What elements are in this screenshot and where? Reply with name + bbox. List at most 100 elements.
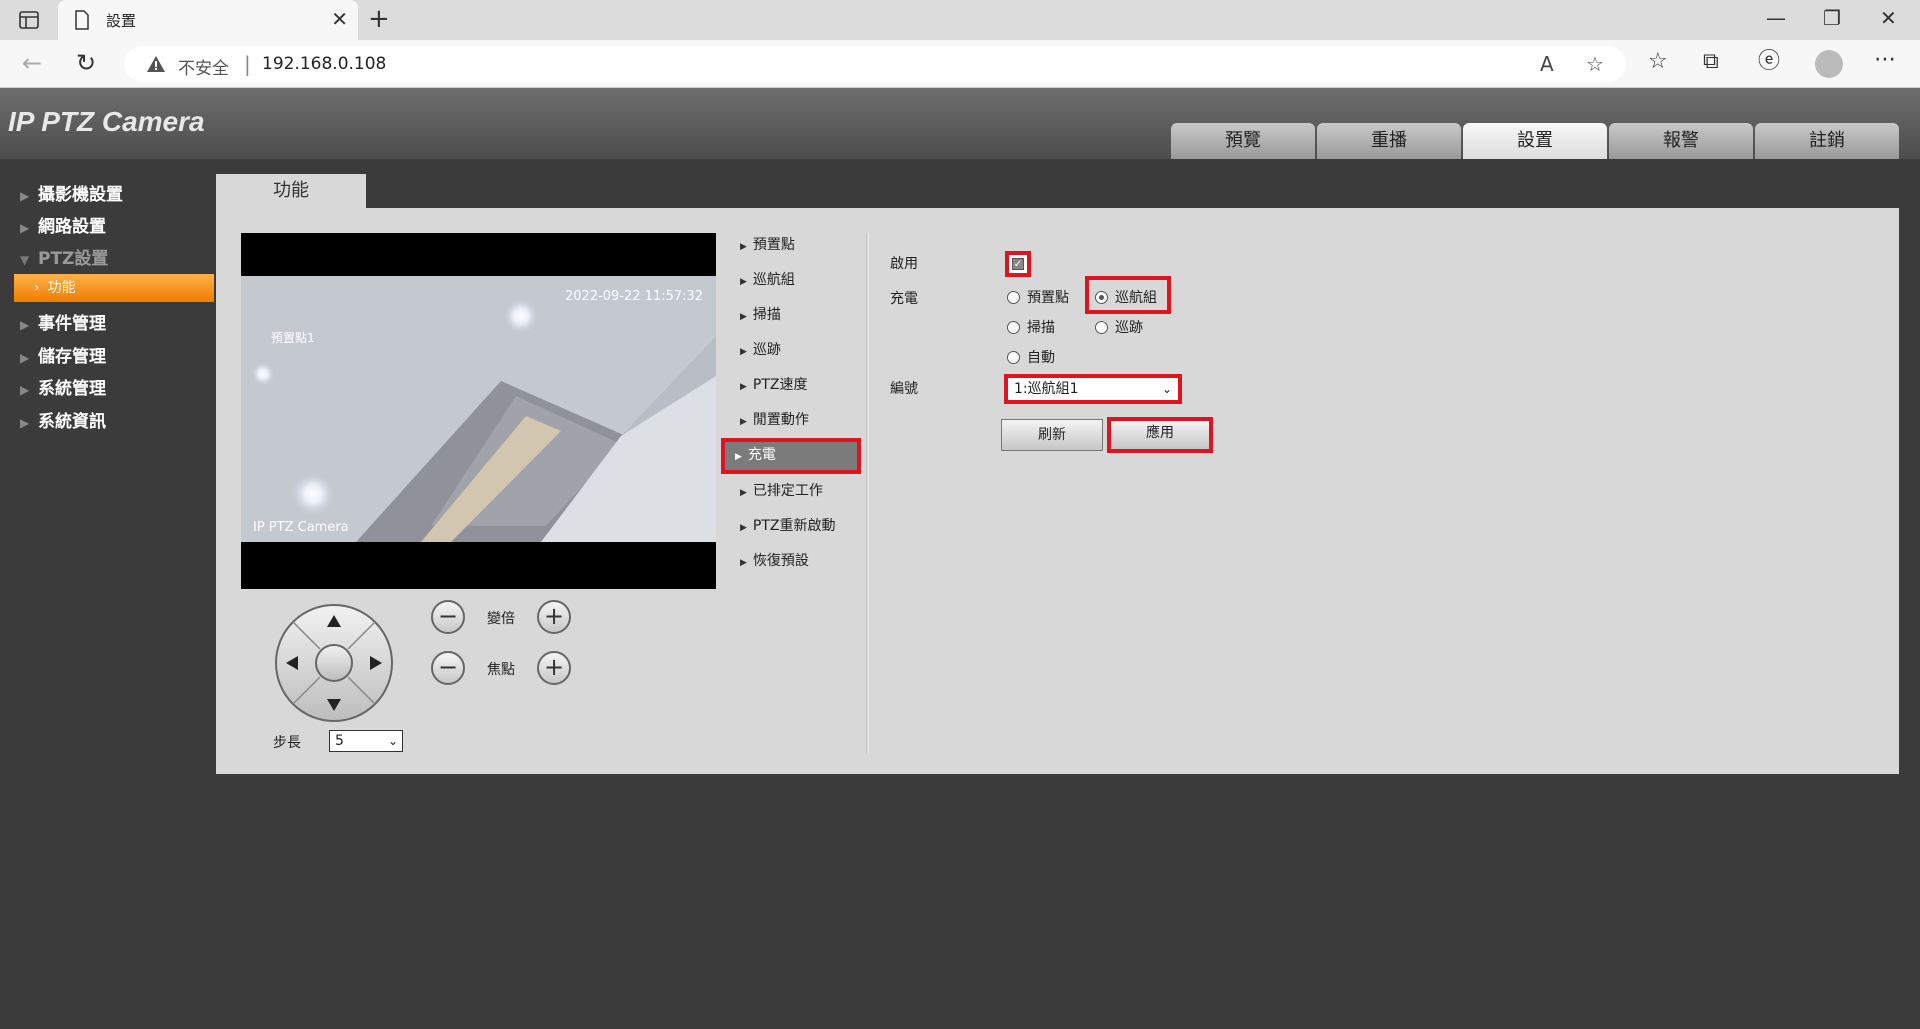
tab-logout[interactable]: 註銷 bbox=[1755, 123, 1899, 159]
panel-divider bbox=[866, 233, 869, 753]
number-select[interactable]: 1:巡航組1 ⌄ bbox=[1004, 374, 1182, 404]
tab-preview[interactable]: 預覽 bbox=[1171, 123, 1315, 159]
browser-tab[interactable]: 設置 ✕ bbox=[58, 0, 358, 40]
favorites-icon[interactable]: ☆ bbox=[1648, 50, 1668, 74]
expand-arrow-icon: ▶ bbox=[20, 416, 30, 430]
step-select[interactable]: 5 ⌄ bbox=[329, 730, 403, 752]
radio-pattern[interactable]: 巡跡 bbox=[1095, 317, 1143, 337]
step-label: 步長 bbox=[273, 735, 301, 751]
menu-item-idle-motion[interactable]: ▶ 閒置動作 bbox=[726, 403, 856, 437]
expand-arrow-icon: ▶ bbox=[20, 221, 30, 235]
triangle-right-icon: ▶ bbox=[740, 488, 747, 498]
triangle-right-icon: ▶ bbox=[740, 312, 747, 322]
sidebar-item-label: 攝影機設置 bbox=[38, 185, 123, 205]
menu-item-label: 恢復預設 bbox=[752, 553, 809, 569]
video-preview[interactable]: 2022-09-22 11:57:32 預置點1 IP PTZ Camera bbox=[241, 233, 716, 589]
new-tab-icon[interactable]: + bbox=[368, 6, 390, 32]
sidebar: ▶ 攝影機設置 ▶ 網路設置 ▼ PTZ設置 › 功能 ▶ 事件管理 ▶ 儲存管理 ▶ 系統管… bbox=[0, 159, 216, 1029]
tab-title: 設置 bbox=[106, 12, 137, 30]
collapse-arrow-icon: ▼ bbox=[20, 253, 30, 267]
app-logo: IP PTZ Camera bbox=[8, 106, 205, 137]
minimize-icon[interactable]: — bbox=[1766, 8, 1786, 28]
close-tab-icon[interactable]: ✕ bbox=[331, 9, 348, 29]
sidebar-subitem-function[interactable]: › 功能 bbox=[14, 274, 214, 302]
chevron-down-icon: ⌄ bbox=[387, 734, 398, 748]
refresh-icon[interactable]: ↻ bbox=[76, 50, 96, 76]
menu-item-preset[interactable]: ▶ 預置點 bbox=[726, 228, 856, 262]
add-favorite-icon[interactable]: ☆ bbox=[1586, 53, 1604, 75]
content-tab-function[interactable]: 功能 bbox=[216, 174, 366, 208]
sidebar-item-label: 系統管理 bbox=[38, 379, 106, 399]
url-field[interactable]: 不安全 | 192.168.0.108 A ☆ bbox=[124, 46, 1626, 82]
collections-icon[interactable]: ⧉ bbox=[1703, 50, 1719, 74]
tab-actions-icon[interactable] bbox=[18, 9, 40, 31]
sidebar-item-event[interactable]: ▶ 事件管理 bbox=[20, 309, 106, 334]
zoom-in-button[interactable]: + bbox=[537, 600, 571, 634]
menu-item-pattern[interactable]: ▶ 巡跡 bbox=[726, 333, 856, 367]
expand-arrow-icon: ▶ bbox=[20, 351, 30, 365]
menu-item-scan[interactable]: ▶ 掃描 bbox=[726, 298, 856, 332]
app-header: IP PTZ Camera 預覽 重播 設置 報警 註銷 bbox=[0, 88, 1920, 159]
menu-item-label: 充電 bbox=[747, 447, 776, 463]
radio-label: 預置點 bbox=[1027, 290, 1069, 306]
radio-auto[interactable]: 自動 bbox=[1007, 347, 1055, 367]
ptz-direction-pad[interactable] bbox=[274, 603, 394, 723]
tab-playback[interactable]: 重播 bbox=[1317, 123, 1461, 159]
warning-icon[interactable] bbox=[146, 54, 166, 74]
sidebar-item-network[interactable]: ▶ 網路設置 bbox=[20, 212, 106, 237]
sidebar-item-ptz[interactable]: ▼ PTZ設置 bbox=[20, 244, 108, 269]
edge-icon[interactable]: ⓔ bbox=[1758, 50, 1780, 74]
browser-tab-bar: 設置 ✕ + — ❐ ✕ bbox=[0, 0, 1920, 40]
zoom-label: 變倍 bbox=[487, 611, 515, 627]
sidebar-item-label: 儲存管理 bbox=[38, 347, 106, 367]
url-text[interactable]: 192.168.0.108 bbox=[262, 54, 386, 74]
expand-arrow-icon: ▶ bbox=[20, 189, 30, 203]
triangle-right-icon: ▶ bbox=[740, 382, 747, 392]
menu-item-label: 預置點 bbox=[752, 237, 795, 253]
radio-preset[interactable]: 預置點 bbox=[1007, 287, 1069, 307]
number-select-value: 1:巡航組1 bbox=[1014, 381, 1079, 397]
restore-icon[interactable]: ❐ bbox=[1823, 8, 1841, 28]
expand-arrow-icon: ▶ bbox=[20, 383, 30, 397]
menu-item-ptz-restart[interactable]: ▶ PTZ重新啟動 bbox=[726, 509, 856, 543]
menu-item-charge[interactable]: ▶ 充電 bbox=[721, 438, 861, 474]
radio-circle-selected bbox=[1095, 291, 1108, 304]
url-separator: | bbox=[244, 52, 251, 76]
zoom-out-button[interactable]: − bbox=[431, 600, 465, 634]
insecure-label[interactable]: 不安全 bbox=[178, 54, 229, 79]
sidebar-item-info[interactable]: ▶ 系統資訊 bbox=[20, 407, 106, 432]
focus-minus-button[interactable]: − bbox=[431, 651, 465, 685]
close-window-icon[interactable]: ✕ bbox=[1880, 8, 1897, 28]
menu-item-label: 已排定工作 bbox=[752, 483, 823, 499]
document-icon bbox=[75, 10, 89, 30]
menu-item-ptz-speed[interactable]: ▶ PTZ速度 bbox=[726, 368, 856, 402]
menu-item-scheduled-task[interactable]: ▶ 已排定工作 bbox=[726, 474, 856, 508]
profile-avatar[interactable] bbox=[1815, 50, 1843, 78]
sidebar-item-system[interactable]: ▶ 系統管理 bbox=[20, 374, 106, 399]
menu-item-tour[interactable]: ▶ 巡航組 bbox=[726, 263, 856, 297]
focus-control: − 焦點 + bbox=[431, 651, 591, 685]
menu-item-label: 巡跡 bbox=[752, 342, 781, 358]
enable-checkbox[interactable]: ✓ bbox=[1005, 251, 1031, 277]
radio-tour[interactable]: 巡航組 bbox=[1095, 287, 1157, 307]
tab-alarm[interactable]: 報警 bbox=[1609, 123, 1753, 159]
menu-item-label: 掃描 bbox=[752, 307, 781, 323]
more-options-icon[interactable]: ⋯ bbox=[1874, 48, 1896, 72]
read-aloud-icon[interactable]: A bbox=[1540, 53, 1554, 75]
apply-button[interactable]: 應用 bbox=[1107, 417, 1213, 453]
step-value: 5 bbox=[335, 733, 344, 749]
refresh-button[interactable]: 刷新 bbox=[1001, 419, 1103, 451]
number-label: 編號 bbox=[890, 381, 918, 397]
zoom-control: − 變倍 + bbox=[431, 600, 591, 634]
sidebar-item-storage[interactable]: ▶ 儲存管理 bbox=[20, 342, 106, 367]
radio-scan[interactable]: 掃描 bbox=[1007, 317, 1055, 337]
menu-item-restore-default[interactable]: ▶ 恢復預設 bbox=[726, 544, 856, 578]
focus-plus-button[interactable]: + bbox=[537, 651, 571, 685]
tab-settings[interactable]: 設置 bbox=[1463, 123, 1607, 159]
radio-label: 巡跡 bbox=[1115, 320, 1143, 336]
triangle-right-icon: ▶ bbox=[740, 277, 747, 287]
focus-label: 焦點 bbox=[487, 662, 515, 678]
back-icon[interactable]: ← bbox=[22, 50, 42, 76]
radio-circle bbox=[1095, 321, 1108, 334]
sidebar-item-camera[interactable]: ▶ 攝影機設置 bbox=[20, 180, 123, 205]
